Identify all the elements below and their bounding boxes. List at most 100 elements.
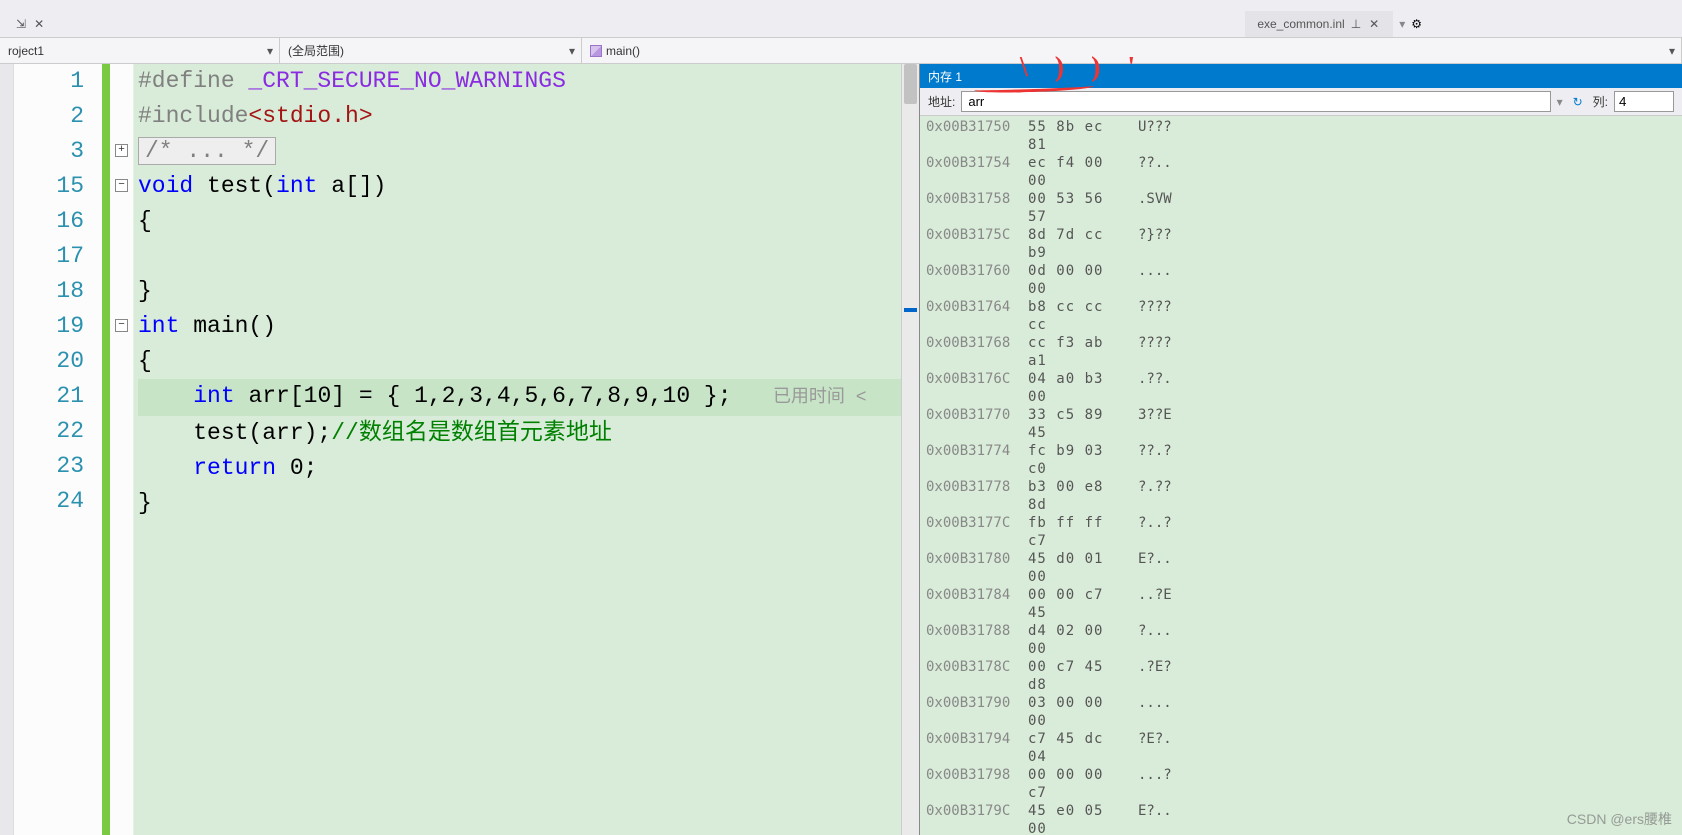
memory-row[interactable]: 0x00B31754ec f4 00 00??..: [926, 154, 1676, 190]
code-line[interactable]: }: [138, 486, 901, 521]
close-icon[interactable]: ✕: [32, 17, 46, 31]
memory-ascii: ????: [1138, 298, 1172, 334]
code-line[interactable]: int main(): [138, 309, 901, 344]
memory-address: 0x00B31754: [926, 154, 1018, 190]
memory-address: 0x00B3177C: [926, 514, 1018, 550]
collapse-icon[interactable]: −: [115, 319, 128, 332]
memory-ascii: E?..: [1138, 550, 1172, 586]
memory-hex: 00 53 56 57: [1028, 190, 1128, 226]
memory-address: 0x00B3175C: [926, 226, 1018, 262]
memory-row[interactable]: 0x00B31794c7 45 dc 04?E?.: [926, 730, 1676, 766]
chevron-down-icon[interactable]: ▾: [1557, 95, 1563, 109]
scope-dropdown[interactable]: (全局范围) ▾: [280, 38, 582, 63]
memory-ascii: ....: [1138, 694, 1172, 730]
memory-hex: 45 d0 01 00: [1028, 550, 1128, 586]
memory-row[interactable]: 0x00B31774fc b9 03 c0??.?: [926, 442, 1676, 478]
pin-icon: ⇲: [16, 17, 26, 31]
memory-hex: 00 00 00 c7: [1028, 766, 1128, 802]
memory-ascii: .??.: [1138, 370, 1172, 406]
memory-address: 0x00B31768: [926, 334, 1018, 370]
code-text[interactable]: #define _CRT_SECURE_NO_WARNINGS#include<…: [134, 64, 901, 835]
pin-icon[interactable]: ⊥: [1351, 17, 1361, 31]
memory-hex: 04 a0 b3 00: [1028, 370, 1128, 406]
scroll-thumb[interactable]: [904, 64, 917, 104]
line-number: 20: [14, 344, 84, 379]
change-indicator: [102, 64, 110, 835]
line-number: 18: [14, 274, 84, 309]
memory-row[interactable]: 0x00B3175C8d 7d cc b9?}??: [926, 226, 1676, 262]
memory-hex: 55 8b ec 81: [1028, 118, 1128, 154]
margin-gutter: [0, 64, 14, 835]
code-line[interactable]: {: [138, 344, 901, 379]
line-number: 17: [14, 239, 84, 274]
memory-row[interactable]: 0x00B31778b3 00 e8 8d?.??: [926, 478, 1676, 514]
memory-row[interactable]: 0x00B31788d4 02 00 00?...: [926, 622, 1676, 658]
fold-gutter[interactable]: + − −: [110, 64, 134, 835]
memory-ascii: ??.?: [1138, 442, 1172, 478]
address-label: 地址:: [928, 93, 955, 110]
memory-address: 0x00B31780: [926, 550, 1018, 586]
scroll-marker: [904, 308, 917, 312]
project-dropdown[interactable]: roject1 ▾: [0, 38, 280, 63]
line-number: 3: [14, 134, 84, 169]
expand-icon[interactable]: +: [115, 144, 128, 157]
file-tab[interactable]: exe_common.inl ⊥ ✕: [1245, 11, 1393, 37]
chevron-down-icon: ▾: [569, 44, 575, 58]
memory-hex: 00 c7 45 d8: [1028, 658, 1128, 694]
code-line[interactable]: /* ... */: [138, 134, 901, 169]
refresh-icon[interactable]: ↻: [1569, 93, 1587, 111]
memory-row[interactable]: 0x00B31780 45 d0 01 00 E?..: [926, 550, 1676, 586]
memory-row[interactable]: 0x00B3179800 00 00 c7...?: [926, 766, 1676, 802]
code-line[interactable]: void test(int a[]): [138, 169, 901, 204]
memory-row[interactable]: 0x00B3177Cfb ff ff c7?..?: [926, 514, 1676, 550]
code-line[interactable]: int arr[10] = { 1,2,3,4,5,6,7,8,9,10 }; …: [138, 379, 901, 416]
memory-address: 0x00B31784: [926, 586, 1018, 622]
memory-row[interactable]: 0x00B3179C45 e0 05 00E?..: [926, 802, 1676, 835]
memory-ascii: ?}??: [1138, 226, 1172, 262]
columns-input[interactable]: [1614, 91, 1674, 112]
memory-dump[interactable]: 0x00B31750 55 8b ec 81 U???0x00B31754ec f4…: [920, 116, 1682, 835]
code-line[interactable]: [138, 239, 901, 274]
code-line[interactable]: test(arr);//数组名是数组首元素地址: [138, 416, 901, 451]
memory-ascii: U???: [1138, 118, 1172, 154]
memory-address: 0x00B31750: [926, 118, 1018, 154]
close-icon[interactable]: ✕: [1367, 17, 1381, 31]
gear-icon[interactable]: ⚙: [1411, 17, 1422, 31]
tab-left[interactable]: ⇲ ✕: [4, 11, 58, 37]
code-line[interactable]: return 0;: [138, 451, 901, 486]
memory-ascii: ..?E: [1138, 586, 1172, 622]
code-line[interactable]: }: [138, 274, 901, 309]
memory-row[interactable]: 0x00B3179003 00 00 00....: [926, 694, 1676, 730]
memory-address: 0x00B31758: [926, 190, 1018, 226]
memory-row[interactable]: 0x00B3175800 53 56 57.SVW: [926, 190, 1676, 226]
line-number: 19: [14, 309, 84, 344]
memory-row[interactable]: 0x00B3178C00 c7 45 d8.?E?: [926, 658, 1676, 694]
code-line[interactable]: {: [138, 204, 901, 239]
memory-toolbar: 地址: ▾ ↻ 列:: [920, 88, 1682, 116]
memory-ascii: ....: [1138, 262, 1172, 298]
memory-hex: 33 c5 89 45: [1028, 406, 1128, 442]
memory-row[interactable]: 0x00B3178400 00 c7 45..?E: [926, 586, 1676, 622]
memory-ascii: ?..?: [1138, 514, 1172, 550]
memory-row[interactable]: 0x00B31768cc f3 ab a1????: [926, 334, 1676, 370]
function-dropdown[interactable]: main() ▾: [582, 38, 1682, 63]
memory-address: 0x00B3176C: [926, 370, 1018, 406]
collapse-icon[interactable]: −: [115, 179, 128, 192]
memory-row[interactable]: 0x00B3177033 c5 89 453??E: [926, 406, 1676, 442]
memory-row[interactable]: 0x00B31750 55 8b ec 81 U???: [926, 118, 1676, 154]
memory-hex: fc b9 03 c0: [1028, 442, 1128, 478]
memory-row[interactable]: 0x00B31764b8 cc cc cc????: [926, 298, 1676, 334]
memory-address: 0x00B31790: [926, 694, 1018, 730]
memory-ascii: 3??E: [1138, 406, 1172, 442]
line-number: 22: [14, 414, 84, 449]
chevron-down-icon[interactable]: ▾: [1399, 17, 1405, 31]
vertical-scrollbar[interactable]: [901, 64, 919, 835]
method-icon: [590, 45, 602, 57]
code-line[interactable]: #include<stdio.h>: [138, 99, 901, 134]
tab-bar: ⇲ ✕ exe_common.inl ⊥ ✕ ▾ ⚙: [0, 0, 1682, 38]
memory-ascii: ?...: [1138, 622, 1172, 658]
code-line[interactable]: #define _CRT_SECURE_NO_WARNINGS: [138, 64, 901, 99]
memory-row[interactable]: 0x00B317600d 00 00 00....: [926, 262, 1676, 298]
memory-row[interactable]: 0x00B3176C 04 a0 b3 00.??.: [926, 370, 1676, 406]
address-input[interactable]: [961, 91, 1550, 112]
